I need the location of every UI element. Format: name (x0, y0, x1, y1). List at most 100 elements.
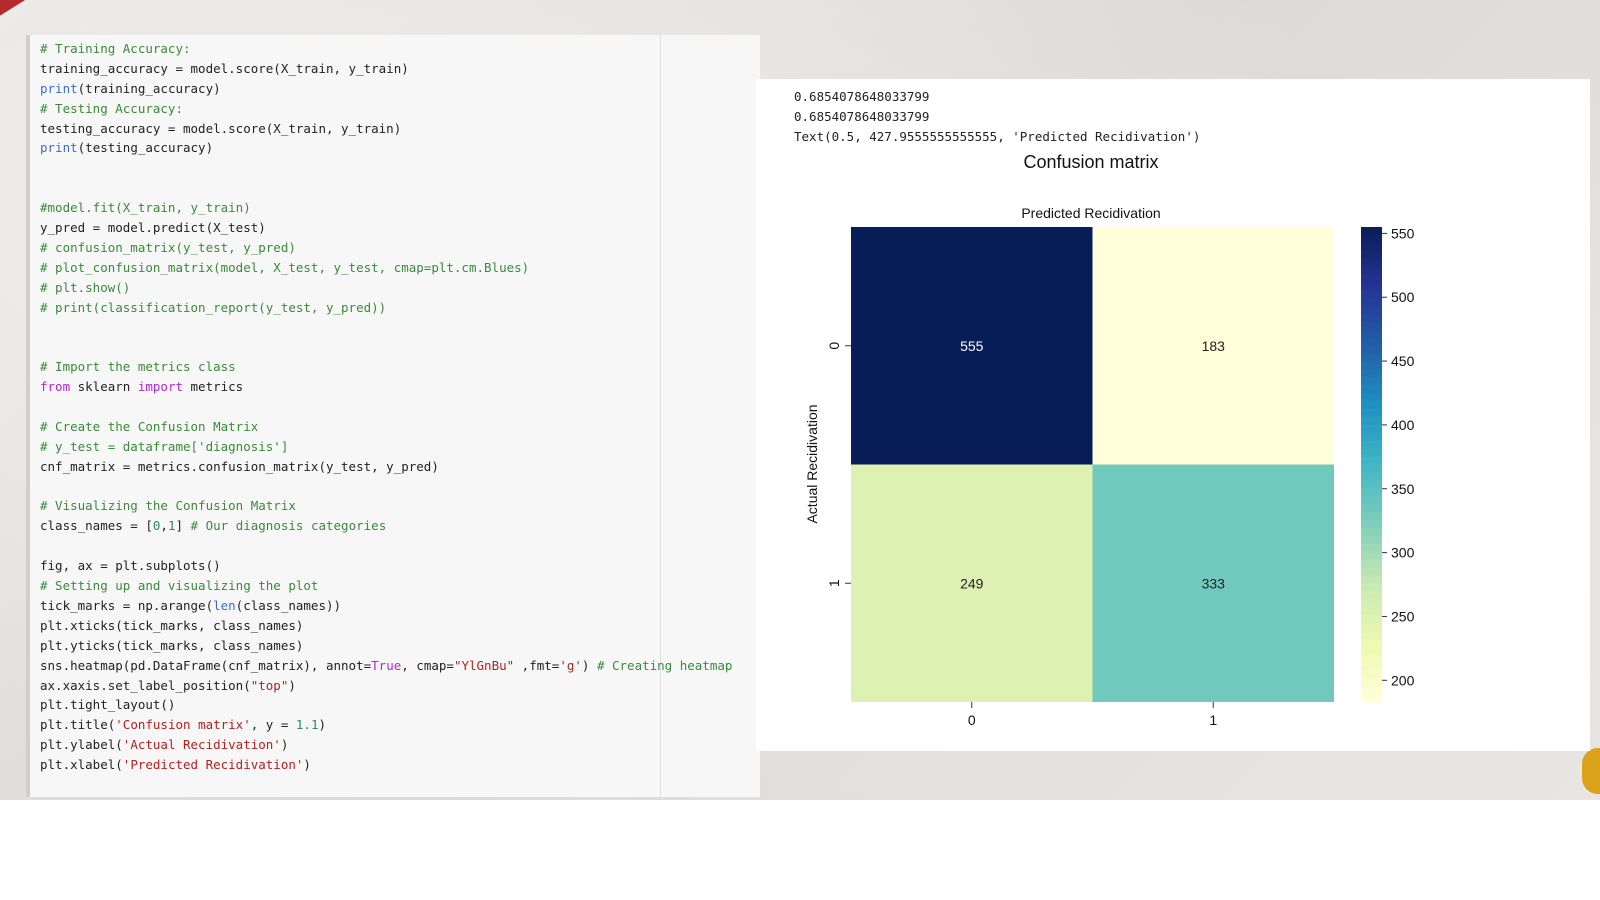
code-token: y_pred = model.predict(X_test) (40, 220, 266, 236)
code-token: plt.xlabel( (40, 757, 123, 773)
code-line: # plt.show() (40, 278, 732, 298)
colorbar-segment (1361, 274, 1382, 284)
code-token: class_names = [ (40, 518, 153, 534)
code-line: plt.title('Confusion matrix', y = 1.1) (40, 715, 732, 735)
code-token: 'g' (559, 657, 582, 673)
output-cell: 0.6854078648033799 0.6854078648033799 Text… (756, 79, 1590, 751)
code-token: metrics (183, 379, 244, 395)
colorbar-segment (1361, 456, 1382, 466)
code-token: ) (318, 717, 326, 733)
colorbar-segment (1361, 622, 1382, 632)
colorbar-segment (1361, 298, 1382, 307)
code-token: "top" (250, 677, 289, 693)
colorbar-segment (1361, 678, 1382, 687)
x-axis-label: Predicted Recidivation (1021, 205, 1160, 221)
code-token: len (213, 597, 236, 613)
code-line: # Create the Confusion Matrix (40, 417, 732, 437)
colorbar-segment (1361, 496, 1382, 505)
colorbar-segment (1361, 424, 1382, 434)
colorbar-tick-label: 300 (1391, 545, 1415, 561)
colorbar-segment (1361, 417, 1382, 426)
code-line: # print(classification_report(y_test, y_… (40, 298, 732, 318)
code-line: ax.xaxis.set_label_position("top") (40, 676, 732, 696)
colorbar-segment (1361, 686, 1382, 695)
code-line: print(testing_accuracy) (40, 138, 732, 158)
code-token: testing_accuracy = model.score(X_train, … (40, 120, 402, 136)
colorbar-segment (1361, 234, 1382, 244)
colorbar-segment (1361, 393, 1382, 402)
code-line: plt.ylabel('Actual Recidivation') (40, 735, 732, 755)
code-token: 1.1 (295, 717, 319, 733)
colorbar-segment (1361, 314, 1382, 323)
colorbar-segment (1361, 654, 1382, 664)
code-token: # print(classification_report(y_test, y_… (40, 299, 387, 315)
code-token: (testing_accuracy) (77, 140, 214, 156)
y-tick-label: 0 (826, 342, 842, 350)
code-line: # Setting up and visualizing the plot (40, 576, 732, 596)
colorbar-segment (1361, 242, 1382, 252)
code-line: plt.xlabel('Predicted Recidivation') (40, 755, 732, 775)
colorbar-segment (1361, 543, 1382, 553)
code-token: # Visualizing the Confusion Matrix (40, 498, 296, 514)
code-token: , (160, 518, 168, 534)
code-cell: # Training Accuracy: training_accuracy = … (26, 35, 760, 797)
code-line: tick_marks = np.arange(len(class_names)) (40, 596, 732, 616)
code-line: # Testing Accuracy: (40, 99, 732, 119)
code-token: , cmap= (401, 657, 454, 673)
code-token: # confusion_matrix(y_test, y_pred) (40, 239, 296, 255)
code-token: print (40, 140, 78, 156)
chart-title: Confusion matrix (1023, 152, 1158, 172)
code-token: # plot_confusion_matrix(model, X_test, y… (40, 259, 530, 275)
code-token: 'Predicted Recidivation' (122, 757, 304, 773)
y-tick-label: 1 (826, 579, 842, 587)
colorbar-segment (1361, 607, 1382, 616)
colorbar-segment (1361, 694, 1382, 703)
code-token: #model.fit(X_train, y_train) (40, 200, 251, 216)
colorbar-segment (1361, 409, 1382, 418)
colorbar-tick-label: 250 (1391, 608, 1415, 624)
colorbar-segment (1361, 369, 1382, 379)
code-token: fig, ax = plt.subplots() (40, 558, 221, 574)
code-line: # Training Accuracy: (40, 39, 732, 59)
code-line: plt.xticks(tick_marks, class_names) (40, 616, 732, 636)
x-tick-label: 1 (1209, 712, 1217, 728)
colorbar-segment (1361, 504, 1382, 513)
code-token: 'Actual Recidivation' (122, 737, 281, 753)
colorbar-tick-label: 200 (1391, 672, 1415, 688)
colorbar-segment (1361, 535, 1382, 545)
colorbar-segment (1361, 227, 1382, 236)
code-token: plt.title( (40, 717, 116, 733)
colorbar-segment (1361, 551, 1382, 561)
code-token: 'Confusion matrix' (115, 717, 251, 733)
code-token: plt.tight_layout() (40, 697, 176, 713)
code-token: training_accuracy = model.score(X_train,… (40, 60, 409, 76)
code-token: ] (175, 518, 191, 534)
code-token: # Creating heatmap (596, 657, 733, 673)
code-line: testing_accuracy = model.score(X_train, … (40, 119, 732, 139)
colorbar-segment (1361, 448, 1382, 458)
colorbar-segment (1361, 591, 1382, 600)
cell-value-label: 183 (1202, 338, 1226, 354)
code-token: "YlGnBu" (453, 657, 515, 673)
code-line: print(training_accuracy) (40, 79, 732, 99)
code-cell-source: # Training Accuracy: training_accuracy = … (40, 39, 732, 775)
code-token: # Our diagnosis categories (190, 518, 387, 534)
colorbar-segment (1361, 480, 1382, 489)
code-line: cnf_matrix = metrics.confusion_matrix(y_… (40, 457, 732, 477)
code-token: # Create the Confusion Matrix (40, 418, 259, 434)
colorbar-tick-label: 500 (1391, 289, 1415, 305)
code-token: # plt.show() (40, 279, 131, 295)
colorbar-segment (1361, 567, 1382, 576)
code-token: ) (288, 677, 296, 693)
code-token: ) (581, 657, 597, 673)
colorbar-tick-label: 400 (1391, 417, 1415, 433)
code-line: sns.heatmap(pd.DataFrame(cnf_matrix), an… (40, 656, 732, 676)
colorbar-segment (1361, 527, 1382, 537)
code-line: plt.yticks(tick_marks, class_names) (40, 636, 732, 656)
colorbar-tick-label: 450 (1391, 353, 1415, 369)
